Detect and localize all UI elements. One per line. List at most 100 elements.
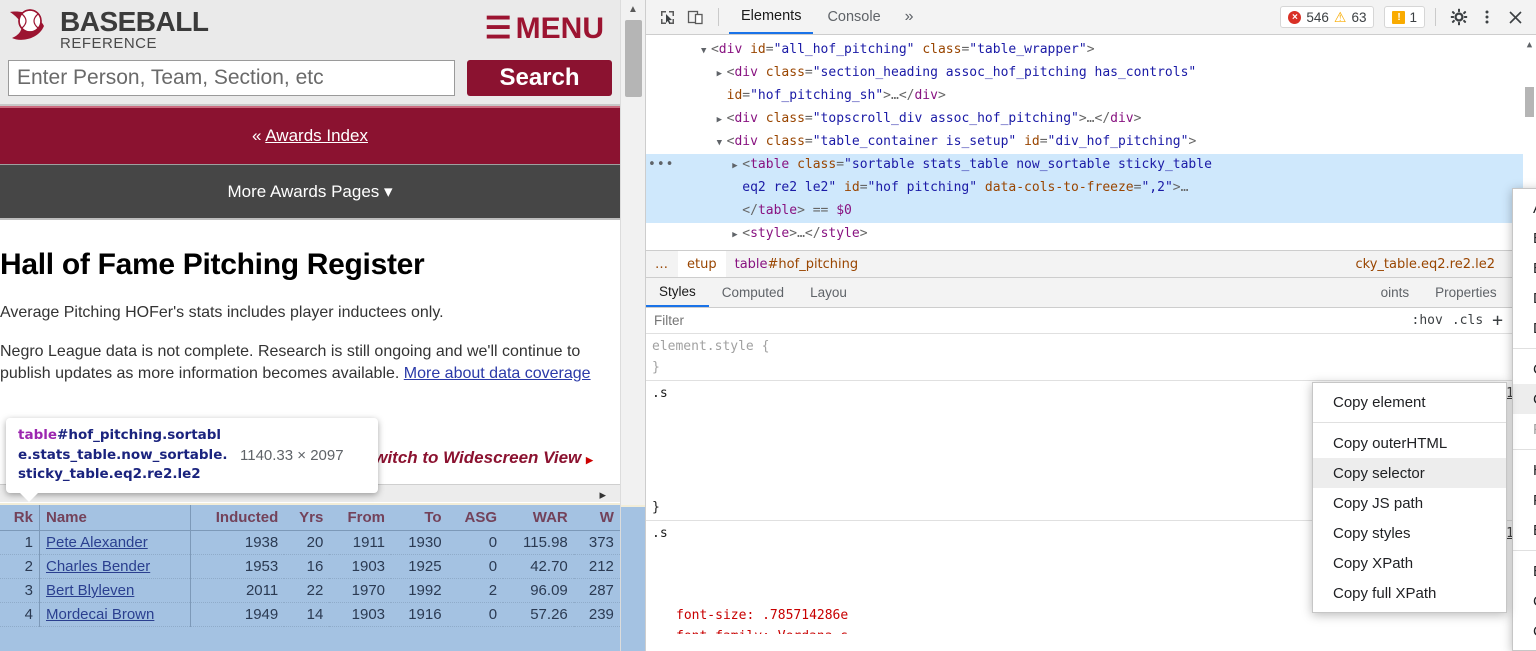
context-menu-item-force-state[interactable]: Force state▶ [1513,485,1536,515]
tab-computed[interactable]: Computed [709,278,797,307]
copy-submenu-item-copy-js-path[interactable]: Copy JS path [1313,488,1506,518]
menu-button[interactable]: ☰ MENU [485,12,612,46]
tab-layout[interactable]: Layou [797,278,860,307]
col-header-w[interactable]: W [573,505,620,531]
baseball-reference-page: BASEBALL REFERENCE ☰ MENU Search « Award… [0,0,620,651]
console-counts-badge[interactable]: × 546 ⚠ 63 [1280,6,1375,28]
disclosure-triangle-icon[interactable]: ▶ [717,110,727,131]
disclosure-triangle-icon[interactable] [717,248,727,250]
col-header-yrs[interactable]: Yrs [284,505,330,531]
css-selector[interactable]: element.style { [652,336,1536,357]
dom-gutter-dots[interactable]: ••• [648,154,674,175]
context-menu-item-cut[interactable]: Cut [1513,354,1536,384]
table-row: 3 Bert Blyleven 2011 22 1970 1992 2 96.0… [0,578,620,603]
context-menu-item-expand-recursively[interactable]: Expand recursively [1513,556,1536,586]
copy-submenu-item-copy-full-xpath[interactable]: Copy full XPath [1313,578,1506,608]
dom-tree[interactable]: ▼ <div id="all_hof_pitching" class="table… [646,35,1536,250]
col-header-to[interactable]: To [391,505,448,531]
breadcrumb-item-table[interactable]: table #hof_pitching [726,251,868,277]
disclosure-triangle-icon[interactable]: ▶ [717,64,727,85]
tab-styles[interactable]: Styles [646,278,709,307]
dom-line-selected[interactable]: eq2 re2 le2" id="hof pitching" data-cols… [646,177,1536,200]
css-declaration[interactable]: font-family: Verdana,s [676,626,848,634]
scroll-up-arrow-icon[interactable]: ▲ [621,0,645,18]
dom-scroll-up-icon[interactable]: ▲ [1523,35,1536,56]
switch-widescreen-link[interactable]: witch to Widescreen View ▶ [374,448,596,468]
device-toolbar-icon[interactable] [682,4,708,30]
context-menu-item-add-attribute[interactable]: Add attribute [1513,193,1536,223]
player-link[interactable]: Mordecai Brown [46,606,154,623]
tab-console[interactable]: Console [815,0,892,34]
dom-line[interactable]: ▶ <div class="topscroll_div assoc_hof_pit… [646,108,1536,131]
dom-line-selected[interactable]: ••• ▶ <table class="sortable stats_table … [646,154,1536,177]
copy-submenu[interactable]: Copy element Copy outerHTML Copy selector C… [1312,382,1507,613]
search-button[interactable]: Search [467,60,612,96]
context-menu-item-edit-as-html[interactable]: Edit as HTML [1513,253,1536,283]
hov-toggle[interactable]: :hov [1412,313,1443,328]
dom-line[interactable]: </div> [646,246,1536,250]
dom-line[interactable]: ▼ <div id="all_hof_pitching" class="table… [646,39,1536,62]
context-menu-item-copy[interactable]: Copy▶ [1513,384,1536,414]
context-menu-item-edit-attribute[interactable]: Edit attribute [1513,223,1536,253]
disclosure-triangle-icon[interactable] [732,179,742,200]
disclosure-triangle-icon[interactable]: ▼ [717,133,727,154]
disclosure-triangle-icon[interactable]: ▼ [701,41,711,62]
context-menu-item-capture-node-screenshot[interactable]: Capture node screenshot [1513,616,1536,646]
tab-elements[interactable]: Elements [729,0,814,34]
scrollbar-thumb[interactable] [625,20,642,97]
copy-submenu-item-copy-styles[interactable]: Copy styles [1313,518,1506,548]
css-declaration[interactable]: font-size: .785714286e [676,605,848,626]
col-header-rk[interactable]: Rk [0,505,40,531]
dom-scrollbar-thumb[interactable] [1525,87,1534,117]
breadcrumb-item-sticky[interactable]: cky_table.eq2.re2.le2 [1347,251,1504,277]
copy-submenu-item-copy-selector[interactable]: Copy selector [1313,458,1506,488]
data-coverage-link[interactable]: More about data coverage [404,365,591,382]
disclosure-triangle-icon[interactable] [732,202,742,223]
issues-badge[interactable]: ! 1 [1384,6,1425,28]
search-input[interactable] [8,60,455,96]
breadcrumb-item-setup[interactable]: etup [678,251,726,277]
toolbar-divider-2 [1435,8,1436,26]
disclosure-triangle-icon[interactable] [717,87,727,108]
col-header-inducted[interactable]: Inducted [190,505,285,531]
more-awards-pages-dropdown[interactable]: More Awards Pages ▾ [0,164,620,220]
styles-filter-input[interactable] [646,312,1412,329]
copy-submenu-item-copy-xpath[interactable]: Copy XPath [1313,548,1506,578]
close-icon[interactable] [1502,4,1528,30]
dom-context-menu[interactable]: Add attributeEdit attributeEdit as HTMLD… [1512,188,1536,651]
new-style-rule-button[interactable]: + [1492,310,1503,331]
col-header-name[interactable]: Name [39,505,192,531]
dom-line[interactable]: ▶ <style>…</style> [646,223,1536,246]
more-options-icon[interactable] [1474,4,1500,30]
dom-line[interactable]: id="hof_pitching_sh">…</div> [646,85,1536,108]
copy-submenu-item-copy-outerhtml[interactable]: Copy outerHTML [1313,428,1506,458]
context-menu-item-duplicate-element[interactable]: Duplicate element [1513,283,1536,313]
context-menu-item-delete-element[interactable]: Delete element [1513,313,1536,343]
copy-submenu-item-copy-element[interactable]: Copy element [1313,387,1506,417]
cls-toggle[interactable]: .cls [1452,313,1483,328]
inspect-cursor-icon[interactable] [654,4,680,30]
dom-line-selected[interactable]: </table> == $0 [646,200,1536,223]
player-link[interactable]: Bert Blyleven [46,582,134,599]
more-tabs-icon[interactable]: » [895,8,924,26]
page-vertical-scrollbar[interactable]: ▲ [620,0,646,651]
disclosure-triangle-icon[interactable]: ▶ [732,225,742,246]
awards-index-link[interactable]: « Awards Index [252,126,368,146]
player-link[interactable]: Pete Alexander [46,534,148,551]
context-menu-item-break-on[interactable]: Break on▶ [1513,515,1536,545]
breadcrumb-leading-dots[interactable]: … [646,251,678,277]
site-logo[interactable]: BASEBALL REFERENCE [8,6,209,51]
cell-war: 57.26 [503,602,574,627]
disclosure-triangle-icon[interactable]: ▶ [732,156,742,177]
col-header-from[interactable]: From [329,505,392,531]
gear-icon[interactable] [1446,4,1472,30]
dom-line[interactable]: ▶ <div class="section_heading assoc_hof_p… [646,62,1536,85]
context-menu-item-collapse-children[interactable]: Collapse children [1513,586,1536,616]
tab-breakpoints[interactable]: oints [1368,278,1423,307]
col-header-war[interactable]: WAR [503,505,574,531]
player-link[interactable]: Charles Bender [46,558,150,575]
col-header-asg[interactable]: ASG [447,505,504,531]
context-menu-item-hide-element[interactable]: Hide element [1513,455,1536,485]
tab-properties[interactable]: Properties [1422,278,1510,307]
dom-line[interactable]: ▼ <div class="table_container is_setup" i… [646,131,1536,154]
